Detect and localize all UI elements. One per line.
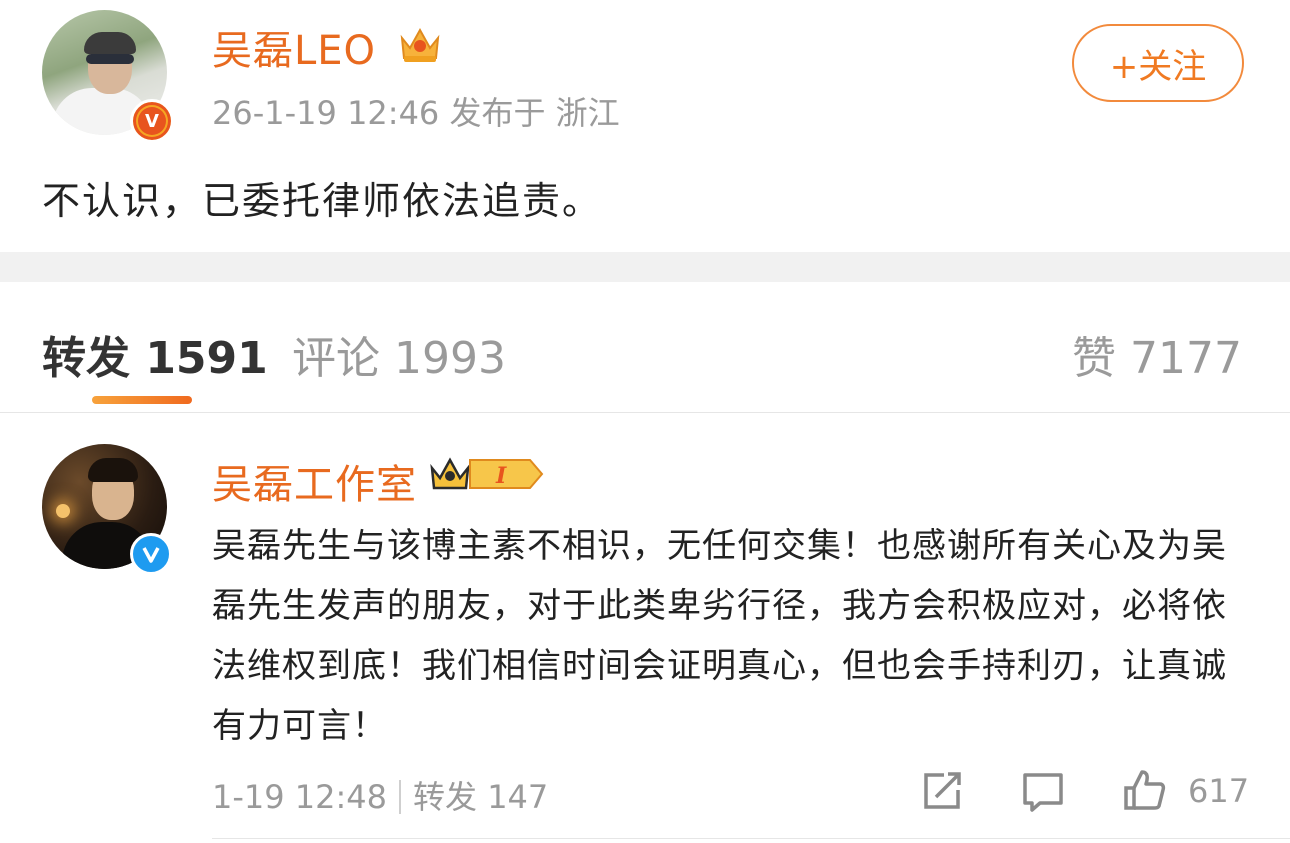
comment-icon[interactable] [1022, 772, 1064, 812]
post-meta: 26-1-19 12:46 发布于 浙江 [212, 94, 620, 132]
divider [399, 780, 402, 814]
tab-like[interactable]: 赞 7177 [1072, 322, 1242, 386]
like-count: 617 [1188, 772, 1250, 810]
repost-username[interactable]: 吴磊工作室 [212, 452, 417, 510]
divider [212, 838, 1290, 839]
post-body: 不认识，已委托律师依法追责。 [42, 179, 603, 223]
svg-text:I: I [495, 463, 507, 489]
divider [0, 412, 1290, 413]
crown-icon [400, 27, 440, 62]
repost-body: 吴磊先生与该博主素不相识，无任何交集！也感谢所有关心及为吴磊先生发声的朋友，对于… [212, 526, 1227, 746]
post-username[interactable]: 吴磊LEO [212, 18, 376, 76]
active-tab-indicator [92, 396, 192, 404]
share-icon[interactable] [922, 772, 962, 810]
repost-time: 1-19 12:48 [212, 778, 388, 816]
level-badge-icon: I [430, 457, 544, 490]
thumbs-up-icon[interactable] [1122, 768, 1166, 812]
section-divider [0, 252, 1290, 282]
repost-footer: 1-19 12:48 转发 147 [212, 772, 548, 818]
repost-count-label[interactable]: 转发 147 [413, 778, 548, 816]
follow-button[interactable]: +关注 [1072, 24, 1244, 102]
tab-repost[interactable]: 转发 1591 [42, 322, 268, 386]
tab-comment[interactable]: 评论 1993 [292, 322, 506, 386]
verified-badge-icon [130, 533, 172, 575]
verified-badge-icon: V [130, 99, 174, 143]
